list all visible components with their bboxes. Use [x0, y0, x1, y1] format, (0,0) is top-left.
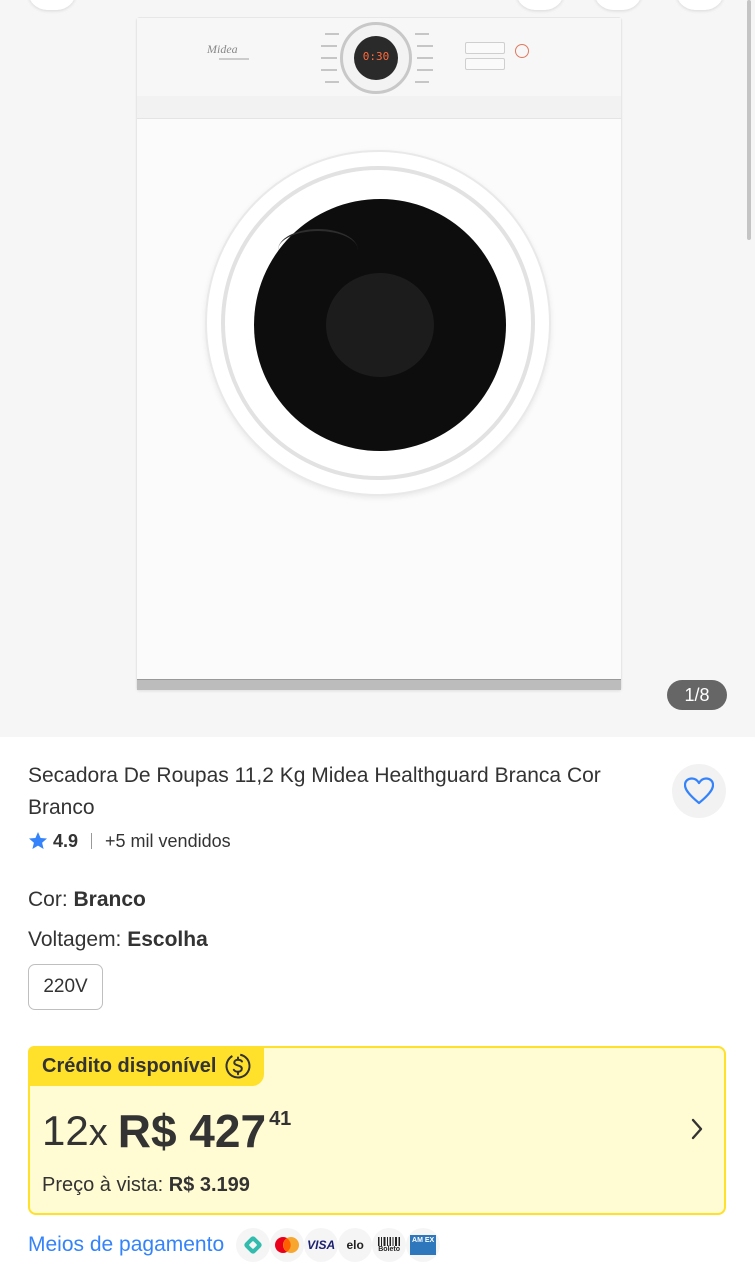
- voltage-value: Escolha: [127, 928, 208, 951]
- dryer-drum: [326, 273, 434, 377]
- credit-tag: Crédito disponível: [28, 1046, 265, 1086]
- cash-price: Preço à vista: R$ 3.199: [42, 1174, 250, 1197]
- credit-offer-card[interactable]: Crédito disponível 12 x R$ 427 41 Preço …: [28, 1046, 726, 1215]
- dryer-control-panel: Midea 0:30: [137, 18, 621, 97]
- favorite-button[interactable]: [672, 764, 726, 818]
- panel-button: [465, 58, 505, 70]
- color-label: Cor:: [28, 888, 74, 911]
- dryer-brand-underline: [219, 58, 249, 60]
- installment-amount: R$ 427: [117, 1105, 267, 1157]
- chevron-right-icon[interactable]: [690, 1118, 704, 1140]
- knob-display: 0:30: [362, 50, 390, 63]
- star-icon: [28, 831, 48, 851]
- scrollbar[interactable]: [747, 0, 751, 240]
- payment-methods-row[interactable]: Meios de pagamento VISA elo Boleto AM EX: [28, 1228, 441, 1262]
- product-title: Secadora De Roupas 11,2 Kg Midea Healthg…: [28, 764, 601, 819]
- installment-cents: 41: [269, 1108, 292, 1130]
- voltage-attribute: Voltagem: Escolha: [28, 928, 208, 952]
- mastercard-icon: [270, 1228, 305, 1262]
- rating-divider: [91, 833, 93, 849]
- pix-icon: [236, 1228, 271, 1262]
- boleto-icon: Boleto: [372, 1228, 407, 1262]
- visa-icon: VISA: [304, 1228, 339, 1262]
- product-image-gallery[interactable]: Midea 0:30 1/8: [0, 0, 755, 737]
- voltage-label: Voltagem:: [28, 928, 128, 951]
- panel-button: [465, 42, 505, 54]
- start-pause-icon: [515, 44, 529, 58]
- installment-times: x: [88, 1112, 108, 1154]
- panel-buttons: [465, 42, 505, 72]
- installment-price: 12 x R$ 427 41: [42, 1106, 291, 1160]
- installment-count: 12: [42, 1107, 89, 1154]
- rating-value: 4.9: [53, 830, 79, 851]
- door-shine: [278, 229, 358, 271]
- cart-button[interactable]: [676, 0, 724, 10]
- color-attribute: Cor: Branco: [28, 888, 146, 912]
- cash-price-value: R$ 3.199: [168, 1174, 250, 1196]
- program-knob: 0:30: [340, 22, 412, 94]
- payment-methods-link[interactable]: Meios de pagamento: [28, 1233, 224, 1257]
- heart-icon: [684, 777, 714, 805]
- dryer-base: [137, 679, 621, 690]
- cash-price-label: Preço à vista:: [42, 1174, 169, 1196]
- knob-display-bg: 0:30: [354, 36, 398, 80]
- share-button[interactable]: [594, 0, 642, 10]
- voltage-option-220v[interactable]: 220V: [28, 964, 103, 1010]
- back-button[interactable]: [28, 0, 76, 10]
- product-image: Midea 0:30: [136, 17, 622, 691]
- elo-icon: elo: [338, 1228, 373, 1262]
- dryer-door: [205, 150, 551, 496]
- image-counter: 1/8: [667, 680, 727, 710]
- sold-count: +5 mil vendidos: [105, 830, 231, 851]
- dryer-door-glass: [254, 199, 506, 451]
- boleto-label: Boleto: [378, 1245, 401, 1253]
- rating-row[interactable]: 4.9 +5 mil vendidos: [28, 828, 231, 854]
- search-button[interactable]: [516, 0, 564, 10]
- dryer-brand-label: Midea: [207, 42, 238, 56]
- coin-icon: [224, 1052, 252, 1080]
- color-value: Branco: [73, 888, 146, 911]
- amex-label: AM EX: [410, 1235, 437, 1255]
- dryer-panel-strip: [137, 96, 621, 119]
- visa-label: VISA: [307, 1238, 336, 1252]
- amex-icon: AM EX: [406, 1228, 441, 1262]
- elo-label: elo: [346, 1238, 364, 1252]
- credit-tag-label: Crédito disponível: [42, 1054, 217, 1077]
